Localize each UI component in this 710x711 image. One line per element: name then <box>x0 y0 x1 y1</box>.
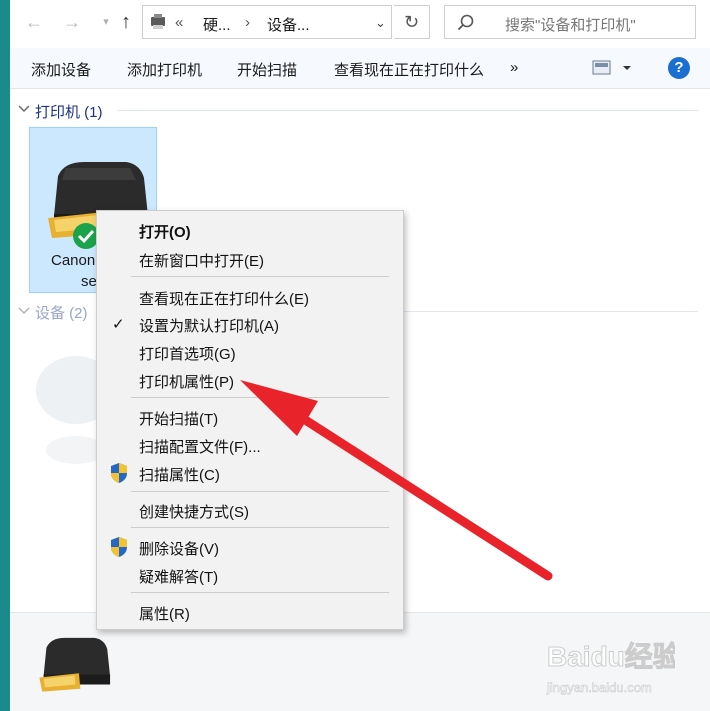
forward-icon[interactable]: → <box>60 10 84 34</box>
menu-item-remove-device[interactable]: 删除设备(V) <box>139 538 219 559</box>
back-icon[interactable]: ← <box>22 10 46 34</box>
menu-item-open-new-window[interactable]: 在新窗口中打开(E) <box>139 250 264 271</box>
menu-item-see-whats-printing[interactable]: 查看现在正在打印什么(E) <box>139 288 309 309</box>
menu-item-create-shortcut[interactable]: 创建快捷方式(S) <box>139 501 249 522</box>
search-box[interactable]: 搜索"设备和打印机" <box>444 5 696 39</box>
menu-item-scan-properties[interactable]: 扫描属性(C) <box>139 464 220 485</box>
see-whats-printing-button[interactable]: 查看现在正在打印什么 <box>334 59 484 80</box>
menu-item-set-default-printer[interactable]: 设置为默认打印机(A) <box>139 315 279 336</box>
breadcrumb-separator[interactable]: › <box>245 14 250 31</box>
printer-thumbnail-icon <box>39 637 111 692</box>
group-divider <box>118 110 698 111</box>
more-commands-button[interactable]: » <box>510 59 518 76</box>
address-bar[interactable]: « 硬... › 设备... ⌄ <box>142 5 392 39</box>
command-bar: 添加设备 添加打印机 开始扫描 查看现在正在打印什么 » ? <box>10 48 710 89</box>
up-icon[interactable]: ↑ <box>114 10 138 34</box>
menu-item-open[interactable]: 打开(O) <box>139 221 191 242</box>
breadcrumb-devices[interactable]: 设备... <box>267 14 310 35</box>
baidu-watermark-logo: Baidu经验 jingyan.baidu.com <box>546 640 675 696</box>
refresh-button[interactable]: ↻ <box>394 5 430 39</box>
uac-shield-icon <box>111 537 127 557</box>
refresh-icon: ↻ <box>403 12 420 32</box>
checkmark-icon: ✓ <box>112 316 125 333</box>
context-menu: 打开(O) 在新窗口中打开(E) 查看现在正在打印什么(E) ✓ 设置为默认打印… <box>96 210 404 630</box>
devices-folder-icon <box>151 14 165 29</box>
view-options-icon[interactable] <box>592 60 632 76</box>
printers-group-header[interactable]: 打印机 (1) <box>35 101 103 122</box>
address-row: ← → ▾ ↑ « 硬... › 设备... ⌄ ↻ 搜索"设备和打印机" <box>10 0 710 46</box>
menu-separator <box>131 527 389 528</box>
watermark-url: jingyan.baidu.com <box>546 680 652 695</box>
uac-shield-icon <box>111 463 127 483</box>
start-scan-button[interactable]: 开始扫描 <box>237 59 297 80</box>
search-placeholder: 搜索"设备和打印机" <box>505 17 636 34</box>
add-device-button[interactable]: 添加设备 <box>31 59 91 80</box>
menu-item-troubleshoot[interactable]: 疑难解答(T) <box>139 566 218 587</box>
menu-separator <box>131 491 389 492</box>
menu-item-scan-profiles[interactable]: 扫描配置文件(F)... <box>139 436 261 457</box>
menu-item-printer-properties[interactable]: 打印机属性(P) <box>139 371 234 392</box>
add-printer-button[interactable]: 添加打印机 <box>127 59 202 80</box>
help-button[interactable]: ? <box>668 57 690 79</box>
collapse-chevron-icon[interactable] <box>18 104 30 114</box>
menu-item-properties[interactable]: 属性(R) <box>139 603 190 624</box>
menu-separator <box>131 276 389 277</box>
watermark-brand: Baidu经验 <box>547 640 675 672</box>
menu-item-printing-preferences[interactable]: 打印首选项(G) <box>139 343 236 364</box>
menu-item-start-scan[interactable]: 开始扫描(T) <box>139 408 218 429</box>
menu-separator <box>131 397 389 398</box>
address-dropdown-icon[interactable]: ⌄ <box>375 15 386 31</box>
breadcrumb-hardware[interactable]: 硬... <box>203 14 231 35</box>
group-divider <box>400 311 698 312</box>
collapse-chevron-icon[interactable] <box>18 306 30 316</box>
search-icon <box>457 14 474 31</box>
breadcrumb-overflow[interactable]: « <box>175 14 183 31</box>
menu-separator <box>131 592 389 593</box>
devices-group-header[interactable]: 设备 (2) <box>35 302 88 323</box>
